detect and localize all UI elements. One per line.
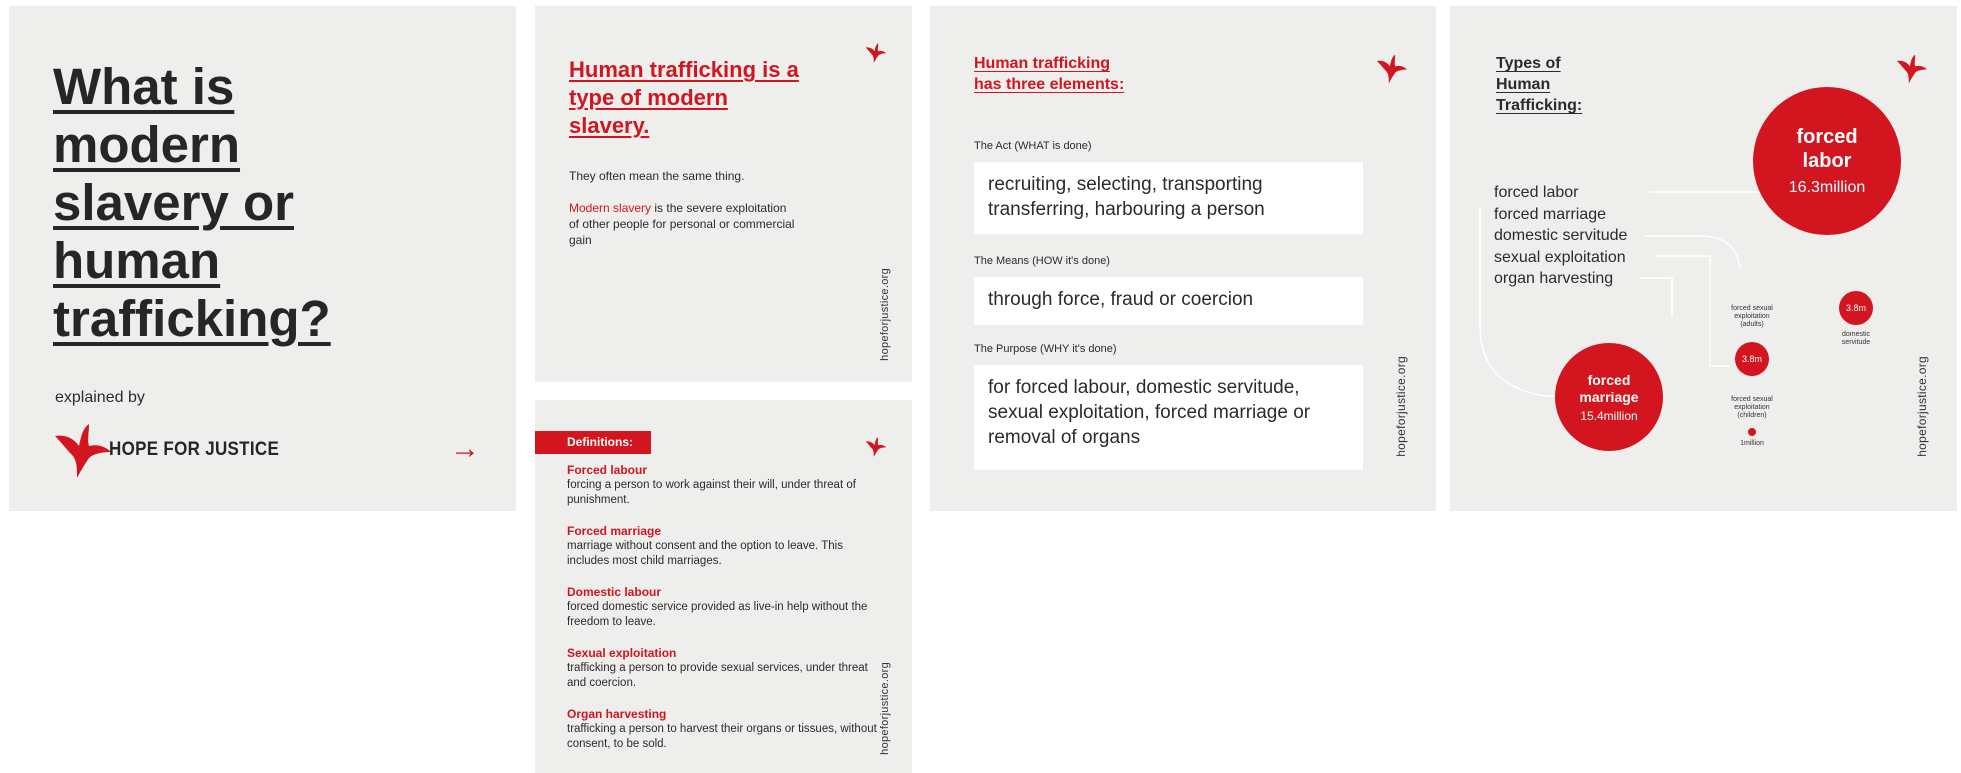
definition-text: forced domestic service provided as live… (567, 601, 868, 628)
type-item: forced marriage (1494, 205, 1607, 223)
domestic-servitude-bubble: 3.8m (1839, 291, 1873, 325)
cover-title: What is modern slavery or human traffick… (53, 58, 331, 347)
slavery-card: Human trafficking is a type of modern sl… (535, 6, 912, 382)
same-thing-text: They often mean the same thing. (569, 169, 745, 183)
sex-adults-bubble: 3.8m (1735, 342, 1769, 376)
definitions-tag: Definitions: (535, 431, 651, 454)
definition-item: Sexual exploitation trafficking a person… (567, 646, 887, 691)
definition-term: Organ harvesting (567, 707, 667, 721)
forced-marriage-bubble: forced marriage 15.4million (1555, 343, 1663, 451)
types-card: Types of Human Trafficking: forced labor… (1450, 6, 1957, 511)
definition-item: Forced labour forcing a person to work a… (567, 463, 887, 508)
act-label: The Act (WHAT is done) (974, 140, 1092, 152)
sex-children-bubble (1748, 428, 1756, 436)
bubble-name: forced labor (1796, 126, 1858, 172)
hope-bird-icon (865, 437, 887, 457)
definitions-list: Forced labour forcing a person to work a… (567, 463, 887, 768)
site-url: hopeforjustice.org (1915, 356, 1929, 457)
purpose-box: for forced labour, domestic servitude, s… (974, 365, 1363, 470)
definition-term: Domestic labour (567, 585, 662, 599)
domestic-servitude-label: domestic servitude (1841, 331, 1871, 346)
definition-term: Sexual exploitation (567, 646, 677, 660)
sex-children-label: forced sexual exploitation (children) (1731, 396, 1773, 419)
definition-text: marriage without consent and the option … (567, 540, 843, 567)
elements-card: Human trafficking has three elements: Th… (930, 6, 1436, 511)
arrow-right-icon[interactable]: → (450, 434, 480, 464)
modern-slavery-term: Modern slavery (569, 201, 652, 215)
site-url: hopeforjustice.org (1394, 356, 1408, 457)
definition-text: trafficking a person to provide sexual s… (567, 662, 868, 689)
site-url: hopeforjustice.org (879, 268, 891, 361)
modern-slavery-definition: Modern slavery is the severe exploitatio… (569, 200, 799, 248)
definitions-card: Definitions: Forced labour forcing a per… (535, 400, 912, 773)
bubble-value: 15.4million (1580, 408, 1638, 423)
sex-children-value: 1million (1740, 440, 1764, 447)
slavery-heading: Human trafficking is a type of modern sl… (569, 57, 799, 138)
act-box: recruiting, selecting, transporting tran… (974, 162, 1363, 234)
bubble-value: 16.3million (1788, 179, 1866, 196)
definition-item: Forced marriage marriage without consent… (567, 524, 887, 569)
type-item: forced labor (1494, 184, 1579, 201)
hope-bird-icon (865, 43, 887, 63)
hope-bird-icon (1897, 54, 1927, 84)
definition-item: Organ harvesting trafficking a person to… (567, 707, 887, 752)
means-label: The Means (HOW it's done) (974, 255, 1110, 267)
purpose-label: The Purpose (WHY it's done) (974, 343, 1117, 355)
definition-text: forcing a person to work against their w… (567, 479, 856, 506)
types-list: forced labor forced marriage domestic se… (1494, 182, 1627, 290)
site-url: hopeforjustice.org (879, 662, 891, 755)
hope-bird-icon (1377, 54, 1407, 84)
types-heading: Types of Human Trafficking: (1496, 55, 1583, 114)
definition-term: Forced marriage (567, 524, 662, 538)
means-box: through force, fraud or coercion (974, 277, 1363, 325)
hope-bird-icon (55, 424, 111, 478)
type-item: organ harvesting (1494, 270, 1614, 287)
type-item: sexual exploitation (1494, 248, 1626, 266)
definition-text: trafficking a person to harvest their or… (567, 723, 877, 750)
elements-heading: Human trafficking has three elements: (974, 55, 1125, 93)
type-item: domestic servitude (1494, 227, 1628, 244)
definition-item: Domestic labour forced domestic service … (567, 585, 887, 630)
logo-wordmark: HOPE FOR JUSTICE (109, 437, 280, 460)
bubble-name: forced marriage (1579, 371, 1639, 405)
sex-adults-label: forced sexual exploitation (adults) (1731, 305, 1773, 328)
forced-labor-bubble: forced labor 16.3million (1753, 87, 1901, 235)
cover-card: What is modern slavery or human traffick… (9, 6, 516, 511)
definition-term: Forced labour (567, 463, 648, 477)
explained-by-label: explained by (55, 389, 145, 406)
